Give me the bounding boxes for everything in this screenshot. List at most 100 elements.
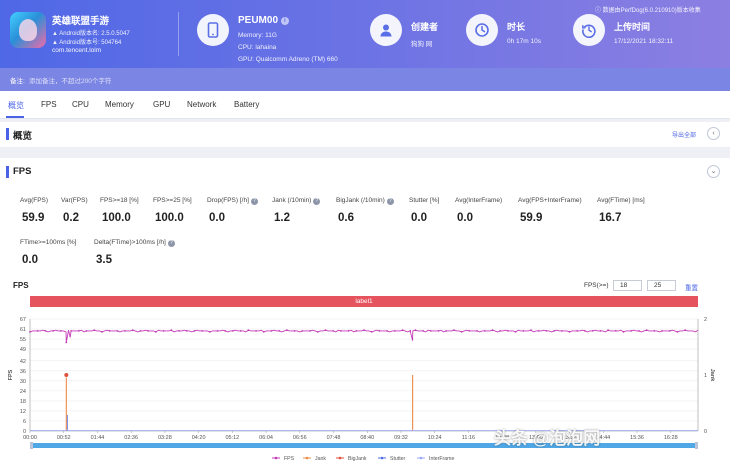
android-code-text: Android版本号: 504764	[59, 40, 122, 46]
metrics_row2-label-0: FTime>=100ms [%]	[20, 239, 76, 246]
fps-point	[85, 329, 88, 332]
fps-point	[568, 330, 571, 333]
fps-point	[630, 329, 633, 332]
x-tick-label: 00:00	[23, 435, 37, 441]
fps-point	[316, 330, 319, 333]
y-tick-label: 30	[20, 379, 26, 385]
fps-point	[77, 329, 80, 332]
metrics_row1-value-4: 0.0	[209, 212, 225, 224]
fps-point	[363, 329, 365, 332]
x-tick-label: 10:24	[428, 435, 442, 441]
creator-value: 狗狗 网	[411, 41, 433, 48]
fps-point	[44, 329, 47, 332]
fps-point	[378, 329, 381, 332]
fps-point	[460, 330, 463, 333]
fps-point	[124, 329, 126, 332]
help-icon[interactable]: ?	[386, 198, 394, 205]
reset-button[interactable]: 重置	[685, 282, 698, 292]
legend-label-bigjank: BigJank	[348, 456, 367, 462]
fps-point	[393, 329, 396, 332]
fps-point	[576, 329, 579, 332]
fps-point	[178, 329, 180, 332]
fps-point	[653, 329, 656, 332]
fps-point	[36, 329, 39, 332]
tab-network[interactable]: Network	[187, 100, 216, 109]
fps-threshold-input-1[interactable]: 18	[613, 280, 642, 291]
chart-title: FPS	[13, 281, 29, 290]
overview-card: 概览 导出全部 ‹	[0, 122, 730, 147]
fps-point	[530, 329, 532, 332]
fps-point	[232, 329, 234, 332]
android-version-label: ▲ Android版本名: 2.5.0.5047	[52, 28, 130, 37]
watermark: 头条 @泡泡网	[494, 424, 600, 449]
x-tick-label: 02:36	[124, 435, 138, 441]
note-label: 备注:	[10, 78, 25, 85]
fps-point	[355, 329, 358, 332]
x-tick-label: 07:48	[327, 435, 341, 441]
metrics_row1-value-10: 16.7	[599, 212, 622, 224]
tab-battery[interactable]: Battery	[234, 100, 259, 109]
fps-point	[131, 329, 134, 332]
active-tab-indicator	[6, 116, 24, 118]
export-all-link[interactable]: 导出全部	[672, 130, 696, 139]
metric-label-text: Delta(FTime)>100ms [/h]	[94, 239, 166, 246]
fps-point	[59, 329, 62, 332]
fps-point	[170, 329, 173, 332]
app-game-icon	[10, 12, 46, 48]
fps-card: FPS ⌄ Avg(FPS) 59.9 Var(FPS) 0.2 FPS>=18 [%]…	[0, 158, 730, 463]
header-divider	[178, 12, 179, 56]
device-info-icon[interactable]: i	[280, 17, 289, 25]
fps-point	[147, 329, 150, 332]
chevron-left-icon[interactable]: ‹	[707, 127, 720, 140]
section-marker	[6, 128, 9, 140]
legend-marker-interframe	[419, 456, 423, 460]
metrics_row1-label-1: Var(FPS)	[61, 197, 88, 204]
tab-memory[interactable]: Memory	[105, 100, 134, 109]
metrics_row2-value-0: 0.0	[22, 254, 38, 266]
device-memory: Memory: 11G	[238, 32, 277, 39]
source-note: ⓘ 数据由PerfDog(6.0.210910)版本收集	[595, 5, 701, 14]
note-input[interactable]: 添加备注，不超过200个字符	[29, 75, 111, 85]
chevron-down-icon[interactable]: ⌄	[707, 165, 720, 178]
label-band[interactable]: label1	[30, 296, 698, 307]
metrics_row1-value-3: 100.0	[155, 212, 184, 224]
fps-point	[201, 329, 204, 332]
fps-point	[468, 329, 471, 332]
x-tick-label: 15:36	[630, 435, 644, 441]
y-tick-label: 55	[20, 337, 26, 343]
phone-icon	[197, 14, 229, 46]
fps-point	[108, 329, 111, 332]
metrics_row1-label-10: Avg(FTime) [ms]	[597, 197, 645, 204]
metric-label-text: Var(FPS)	[61, 197, 88, 204]
fps-threshold-input-2[interactable]: 25	[647, 280, 676, 291]
label-band-text: label1	[355, 298, 373, 305]
tab-cpu[interactable]: CPU	[72, 100, 89, 109]
tab-gpu[interactable]: GPU	[153, 100, 170, 109]
y2-tick-label: 1	[704, 373, 707, 379]
fps-point	[162, 329, 165, 332]
note-bar: 备注: 添加备注，不超过200个字符	[0, 68, 730, 91]
help-icon[interactable]: ?	[167, 240, 175, 247]
help-icon[interactable]: ?	[313, 198, 321, 205]
x-tick-label: 00:52	[57, 435, 71, 441]
fps-chart[interactable]: 061218243036424955616701200:00 00:52 01:44…	[0, 313, 730, 463]
fps-point	[483, 329, 486, 332]
legend-label-jank: Jank	[315, 456, 326, 462]
x-tick-label: 16:28	[664, 435, 678, 441]
duration-label: 时长	[507, 22, 526, 32]
tab-fps[interactable]: FPS	[41, 100, 57, 109]
fps-point	[537, 329, 540, 332]
fps-point	[684, 329, 687, 332]
upload-value: 17/12/2021 18:32:11	[614, 38, 674, 45]
fps-point	[52, 329, 55, 332]
device-gpu: GPU: Qualcomm Adreno (TM) 660	[238, 56, 338, 63]
help-icon[interactable]: ?	[250, 198, 258, 205]
metric-label-text: Avg(FTime) [ms]	[597, 197, 645, 204]
fps-point	[591, 329, 594, 332]
fps-series-line	[29, 329, 699, 343]
user-icon	[370, 14, 402, 46]
y-axis-title: FPS	[8, 369, 14, 380]
fps-point	[208, 330, 211, 333]
tab-overview[interactable]: 概览	[8, 100, 24, 111]
fps-point	[301, 329, 304, 332]
